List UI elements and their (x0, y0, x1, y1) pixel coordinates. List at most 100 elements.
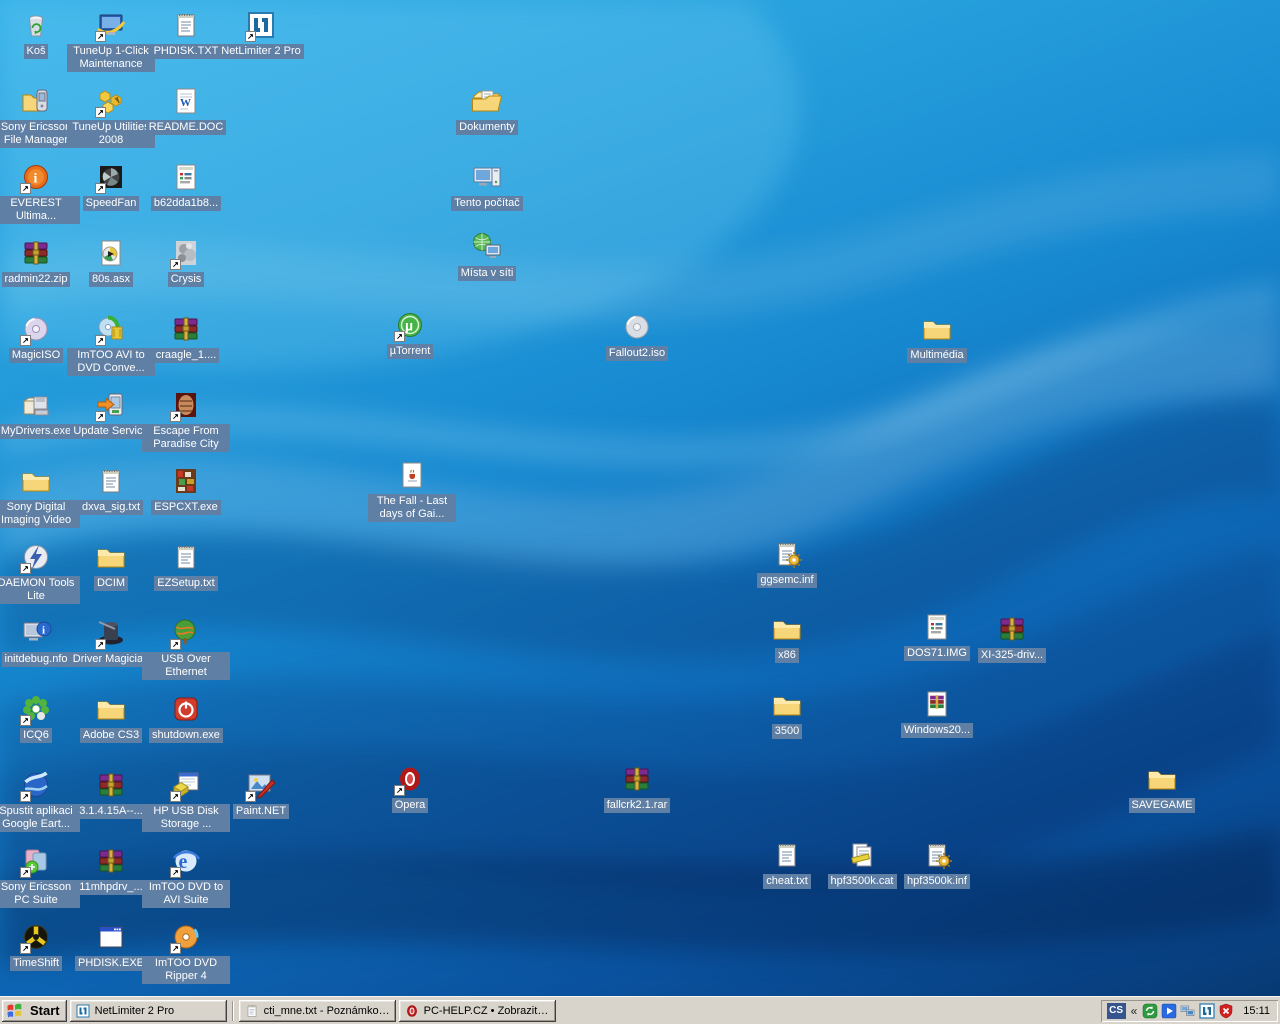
opera-icon: ↗ (393, 762, 427, 796)
desktop-icon-label: Místa v síti (458, 266, 517, 281)
chevron-collapse-icon[interactable]: « (1129, 1004, 1140, 1018)
desktop-icon-m-sta-v-s-ti[interactable]: Místa v síti (442, 230, 532, 281)
notepad-icon (169, 8, 203, 42)
desktop-icon-label: Driver Magician (70, 652, 152, 667)
netlimiter-icon: ↗ (244, 8, 278, 42)
tuneup-tray-icon[interactable] (1142, 1003, 1158, 1019)
desktop-icon-windows20[interactable]: Windows20... (892, 687, 982, 738)
desktop-icon-label: craagle_1.... (153, 348, 220, 363)
media-playlist-icon (94, 236, 128, 270)
folder-icon (19, 464, 53, 498)
start-button[interactable]: Start (2, 1000, 67, 1022)
desktop-icon-label: fallcrk2.1.rar (604, 798, 671, 813)
documents-folder-icon (470, 84, 504, 118)
winrar-icon (995, 612, 1029, 646)
task-button-netlimiter-2-pro[interactable]: NetLimiter 2 Pro (70, 1000, 227, 1022)
desktop-icon-fallout2-iso[interactable]: Fallout2.iso (592, 310, 682, 361)
desktop-icon-the-fall-last-days-of-gai[interactable]: The Fall - Last days of Gai... (367, 458, 457, 522)
desktop-icon-shutdown-exe[interactable]: shutdown.exe (141, 692, 231, 743)
shortcut-arrow-icon: ↗ (20, 867, 31, 878)
task-button-pc-help-cz-zobrazit-t[interactable]: PC-HELP.CZ • Zobrazit t... (399, 1000, 556, 1022)
desktop-icon-label: The Fall - Last days of Gai... (368, 494, 456, 522)
desktop-icon-3500[interactable]: 3500 (742, 688, 832, 739)
desktop-icon-label: TimeShift (10, 956, 62, 971)
desktop-icon-xi-325-driv[interactable]: XI-325-driv... (967, 612, 1057, 663)
inf-file-icon (920, 838, 954, 872)
security-alert-tray-icon[interactable] (1218, 1003, 1234, 1019)
desktop-icon-ggsemc-inf[interactable]: ggsemc.inf (742, 537, 832, 588)
desktop-icon-x86[interactable]: x86 (742, 612, 832, 663)
folder-icon (94, 540, 128, 574)
shortcut-arrow-icon: ↗ (95, 183, 106, 194)
task-button-cti-mne-txt-pozn-mkov[interactable]: cti_mne.txt - Poznámkov... (239, 1000, 396, 1022)
desktop-icon-label: 3.1.4.15A--... (76, 804, 146, 819)
folder-icon (770, 688, 804, 722)
daemon-tools-icon: ↗ (19, 540, 53, 574)
desktop-icon-craagle-1[interactable]: craagle_1.... (141, 312, 231, 363)
winrar-icon (19, 236, 53, 270)
desktop-icon-label: Dokumenty (456, 120, 518, 135)
notepad-icon (244, 1003, 260, 1019)
desktop-icon-dokumenty[interactable]: Dokumenty (442, 84, 532, 135)
shortcut-arrow-icon: ↗ (170, 411, 181, 422)
folder-icon (94, 692, 128, 726)
shutdown-icon (169, 692, 203, 726)
shortcut-arrow-icon: ↗ (20, 791, 31, 802)
desktop-icon-tento-po-ta[interactable]: Tento počítač (442, 160, 532, 211)
media-player-tray-icon[interactable] (1161, 1003, 1177, 1019)
netlimiter-tray-icon[interactable] (1199, 1003, 1215, 1019)
desktop-icon-label: DOS71.IMG (904, 646, 970, 661)
desktop-icon-label: hpf3500k.cat (828, 874, 897, 889)
desktop-icon-label: EZSetup.txt (154, 576, 217, 591)
taskbar-clock[interactable]: 15:11 (1243, 1005, 1270, 1017)
language-indicator[interactable]: CS (1107, 1003, 1126, 1019)
icq-flower-icon: ↗ (19, 692, 53, 726)
desktop-icon-imtoo-dvd-ripper-4[interactable]: ↗ImTOO DVD Ripper 4 (141, 920, 231, 984)
desktop-icon-multim-dia[interactable]: Multimédia (892, 312, 982, 363)
desktop-icon-label: USB Over Ethernet (142, 652, 230, 680)
desktop-icon-label: MagicISO (9, 348, 63, 363)
desktop-icon-b62dda1b8[interactable]: b62dda1b8... (141, 160, 231, 211)
desktop-icon-fallcrk2-1-rar[interactable]: fallcrk2.1.rar (592, 762, 682, 813)
desktop-icon-label: b62dda1b8... (151, 196, 221, 211)
shortcut-arrow-icon: ↗ (170, 259, 181, 270)
desktop-icon-crysis[interactable]: ↗ Crysis (141, 236, 231, 287)
desktop-icon-opera[interactable]: ↗Opera (365, 762, 455, 813)
desktop[interactable]: Koš↗TuneUp 1-Click MaintenancePHDISK.TXT… (0, 0, 1280, 996)
desktop-icon-label: README.DOC (146, 120, 227, 135)
desktop-icon-µtorrent[interactable]: µ↗µTorrent (365, 308, 455, 359)
svg-text:µ: µ (405, 318, 413, 334)
desktop-icon-escape-from-paradise-city[interactable]: ↗Escape From Paradise City (141, 388, 231, 452)
desktop-icon-hpf3500k-inf[interactable]: hpf3500k.inf (892, 838, 982, 889)
desktop-icon-readme-doc[interactable]: WREADME.DOC (141, 84, 231, 135)
drivers-box-icon (19, 388, 53, 422)
taskbar-divider (232, 1001, 234, 1021)
sony-pc-suite-icon: ↗ (19, 844, 53, 878)
paintnet-icon: ↗ (244, 768, 278, 802)
desktop-icon-label: hpf3500k.inf (904, 874, 970, 889)
network-tray-icon[interactable] (1180, 1003, 1196, 1019)
desktop-icon-paint-net[interactable]: ↗Paint.NET (216, 768, 306, 819)
desktop-icon-label: x86 (775, 648, 799, 663)
my-computer-icon (470, 160, 504, 194)
taskbar: Start NetLimiter 2 Pro cti_mne.txt - Pozn… (0, 996, 1280, 1024)
desktop-icon-label: 3500 (772, 724, 802, 739)
desktop-icon-espcxt-exe[interactable]: ESPCXT.exe (141, 464, 231, 515)
winrar-icon (94, 768, 128, 802)
shortcut-arrow-icon: ↗ (20, 563, 31, 574)
phone-folder-icon (19, 84, 53, 118)
desktop-icon-label: cheat.txt (763, 874, 811, 889)
update-service-icon: ↗ (94, 388, 128, 422)
desktop-icon-ezsetup-txt[interactable]: EZSetup.txt (141, 540, 231, 591)
window-app-icon (94, 920, 128, 954)
task-button-label: cti_mne.txt - Poznámkov... (264, 1005, 391, 1017)
desktop-icon-label: Crysis (168, 272, 205, 287)
notepad-icon (770, 838, 804, 872)
desktop-icon-netlimiter-2-pro[interactable]: ↗NetLimiter 2 Pro (216, 8, 306, 59)
desktop-icon-imtoo-dvd-to-avi-suite[interactable]: e↗ImTOO DVD to AVI Suite (141, 844, 231, 908)
winrar-icon (169, 312, 203, 346)
desktop-icon-savegame[interactable]: SAVEGAME (1117, 762, 1207, 813)
shortcut-arrow-icon: ↗ (170, 943, 181, 954)
desktop-icon-usb-over-ethernet[interactable]: ↗USB Over Ethernet (141, 616, 231, 680)
folder-icon (770, 612, 804, 646)
